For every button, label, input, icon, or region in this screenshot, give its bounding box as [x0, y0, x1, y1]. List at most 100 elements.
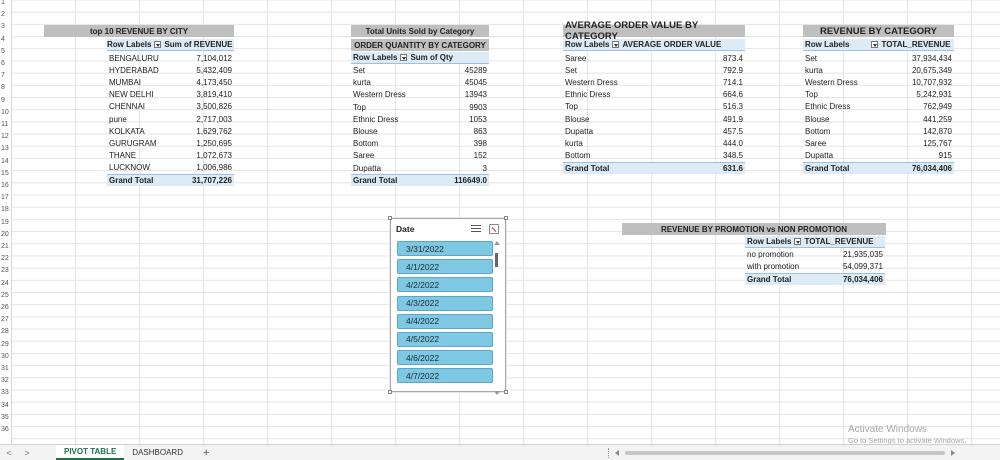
row-header[interactable]: 12 — [0, 133, 12, 140]
filter-dropdown-icon[interactable] — [871, 41, 879, 48]
table-row[interactable]: Ethnic Dress 762,949 — [803, 101, 954, 113]
table-row[interactable]: MUMBAI 4,173,450 — [107, 76, 234, 88]
table-row[interactable]: Set 792.9 — [563, 64, 745, 76]
slicer-item[interactable]: 4/4/2022 — [397, 313, 493, 329]
slicer-item[interactable]: 4/3/2022 — [397, 295, 493, 311]
tab-pivot-table[interactable]: PIVOT TABLE — [56, 445, 125, 460]
table-row[interactable]: Ethnic Dress 1053 — [351, 113, 489, 125]
table-row[interactable]: Saree 152 — [351, 150, 489, 162]
tab-split-handle[interactable] — [608, 448, 610, 458]
table-row[interactable]: CHENNAI 3,500,826 — [107, 101, 234, 113]
row-header[interactable]: 14 — [0, 158, 12, 165]
slicer-item[interactable]: 3/31/2022 — [397, 241, 493, 256]
table-row[interactable]: HYDERABAD 5,432,409 — [107, 64, 234, 76]
table-row[interactable]: kurta 444.0 — [563, 137, 745, 149]
slicer-item[interactable]: 4/1/2022 — [397, 259, 493, 275]
scroll-thumb[interactable] — [495, 253, 498, 267]
table-row[interactable]: Blouse 441,259 — [803, 113, 954, 125]
clear-filter-icon[interactable] — [489, 224, 499, 234]
row-header[interactable]: 27 — [0, 316, 12, 323]
table-row[interactable]: kurta 20,675,349 — [803, 64, 954, 76]
multi-select-icon[interactable] — [471, 224, 481, 234]
row-header[interactable]: 26 — [0, 304, 12, 311]
row-header[interactable]: 28 — [0, 328, 12, 335]
row-header[interactable]: 8 — [0, 84, 12, 91]
table-row[interactable]: Dupatta 457.5 — [563, 125, 745, 137]
row-header[interactable]: 18 — [0, 206, 12, 213]
row-header[interactable]: 4 — [0, 36, 12, 43]
row-header[interactable]: 36 — [0, 426, 12, 433]
scroll-right-icon[interactable] — [951, 450, 955, 456]
slicer-item[interactable]: 4/5/2022 — [397, 331, 493, 347]
row-header[interactable]: 6 — [0, 60, 12, 67]
table-row[interactable]: kurta 45045 — [351, 77, 489, 89]
row-header[interactable]: 16 — [0, 182, 12, 189]
table-row[interactable]: Saree 873.4 — [563, 52, 745, 64]
table-row[interactable]: Dupatta 3 — [351, 162, 489, 174]
table-row[interactable]: Bottom 398 — [351, 138, 489, 150]
table-row[interactable]: Western Dress 10,707,932 — [803, 76, 954, 88]
table-row[interactable]: Blouse 491.9 — [563, 113, 745, 125]
scroll-left-icon[interactable] — [615, 450, 619, 456]
add-sheet-button[interactable]: + — [191, 447, 221, 459]
row-header[interactable]: 9 — [0, 97, 12, 104]
table-row[interactable]: Ethnic Dress 664.6 — [563, 89, 745, 101]
table-row[interactable]: Bottom 142,870 — [803, 125, 954, 137]
filter-dropdown-icon[interactable] — [400, 54, 408, 61]
resize-handle[interactable] — [388, 216, 392, 220]
row-headers[interactable]: 1 2 3 4 5 6 7 8 9 10 11 12 13 14 15 16 17 18 19 20 21 22 23 24 2… — [0, 0, 12, 444]
row-header[interactable]: 31 — [0, 365, 12, 372]
slicer-item[interactable]: 4/6/2022 — [397, 350, 493, 366]
table-row[interactable]: Set 45289 — [351, 65, 489, 77]
table-row[interactable]: Bottom 348.5 — [563, 150, 745, 162]
scroll-thumb[interactable] — [625, 451, 945, 455]
row-header[interactable]: 33 — [0, 389, 12, 396]
table-row[interactable]: Blouse 863 — [351, 126, 489, 138]
row-header[interactable]: 24 — [0, 280, 12, 287]
row-header[interactable]: 35 — [0, 414, 12, 421]
row-header[interactable]: 17 — [0, 194, 12, 201]
filter-dropdown-icon[interactable] — [612, 41, 620, 48]
scroll-down-icon[interactable] — [494, 391, 500, 395]
row-header[interactable]: 34 — [0, 402, 12, 409]
prev-sheet-button[interactable]: < — [0, 448, 18, 458]
next-sheet-button[interactable]: > — [18, 448, 36, 458]
row-header[interactable]: 13 — [0, 145, 12, 152]
resize-handle[interactable] — [388, 390, 392, 394]
row-header[interactable]: 25 — [0, 292, 12, 299]
row-header[interactable]: 19 — [0, 219, 12, 226]
date-slicer[interactable]: Date 3/31/2022 4/1/2022 4/2/2022 4/3/2022 4/… — [388, 216, 508, 395]
row-header[interactable]: 10 — [0, 109, 12, 116]
row-header[interactable]: 1 — [0, 0, 12, 6]
table-row[interactable]: THANE 1,072,673 — [107, 150, 234, 162]
tab-dashboard[interactable]: DASHBOARD — [124, 445, 191, 460]
row-header[interactable]: 5 — [0, 48, 12, 55]
resize-handle[interactable] — [504, 390, 508, 394]
row-header[interactable]: 22 — [0, 255, 12, 262]
row-header[interactable]: 32 — [0, 377, 12, 384]
table-row[interactable]: GURUGRAM 1,250,695 — [107, 137, 234, 149]
row-header[interactable]: 2 — [0, 11, 12, 18]
slicer-item[interactable]: 4/7/2022 — [397, 368, 493, 384]
table-row[interactable]: Dupatta 915 — [803, 150, 954, 162]
table-row[interactable]: Western Dress 13943 — [351, 89, 489, 101]
table-row[interactable]: Top 5,242,931 — [803, 89, 954, 101]
table-row[interactable]: LUCKNOW 1,006,986 — [107, 162, 234, 174]
resize-handle[interactable] — [504, 216, 508, 220]
table-row[interactable]: NEW DELHI 3,819,410 — [107, 89, 234, 101]
slicer-item[interactable]: 4/2/2022 — [397, 277, 493, 293]
row-header[interactable]: 11 — [0, 121, 12, 128]
row-header[interactable]: 15 — [0, 170, 12, 177]
table-row[interactable]: Top 9903 — [351, 101, 489, 113]
row-header[interactable]: 3 — [0, 23, 12, 30]
table-row[interactable]: Western Dress 714.1 — [563, 76, 745, 88]
table-row[interactable]: Set 37,934,434 — [803, 52, 954, 64]
table-row[interactable]: Saree 125,767 — [803, 137, 954, 149]
table-row[interactable]: BENGALURU 7,104,012 — [107, 52, 234, 64]
row-header[interactable]: 23 — [0, 267, 12, 274]
filter-dropdown-icon[interactable] — [154, 41, 162, 48]
scroll-up-icon[interactable] — [494, 241, 500, 245]
table-row[interactable]: with promotion 54,099,371 — [745, 261, 885, 273]
row-header[interactable]: 7 — [0, 72, 12, 79]
row-header[interactable]: 29 — [0, 341, 12, 348]
